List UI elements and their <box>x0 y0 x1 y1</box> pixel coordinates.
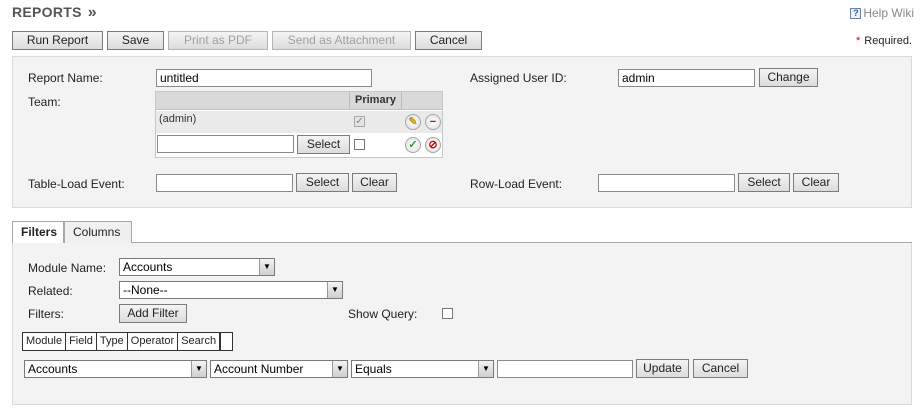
column-spacer <box>220 333 232 350</box>
page-title-text: REPORTS <box>12 4 82 20</box>
required-note: * Required. <box>856 35 912 47</box>
filter-cancel-button[interactable]: Cancel <box>693 359 748 378</box>
module-name-value: Accounts <box>123 260 173 274</box>
column-search: Search <box>178 333 221 350</box>
related-select[interactable]: --None-- ▼ <box>119 281 343 299</box>
cancel-button[interactable]: Cancel <box>415 31 482 50</box>
add-filter-button[interactable]: Add Filter <box>119 304 187 323</box>
confirm-check-icon[interactable]: ✓ <box>405 137 421 153</box>
filter-update-button[interactable]: Update <box>636 359 689 378</box>
filter-module-select[interactable]: Accounts ▼ <box>24 360 207 378</box>
filter-field-value: Account Number <box>214 362 304 376</box>
report-name-label: Report Name: <box>28 71 103 85</box>
column-operator: Operator <box>128 333 179 350</box>
table-load-label: Table-Load Event: <box>28 177 125 191</box>
module-name-label: Module Name: <box>28 261 107 275</box>
filter-operator-value: Equals <box>355 362 392 376</box>
filter-operator-select[interactable]: Equals ▼ <box>351 360 494 378</box>
table-load-select-button[interactable]: Select <box>296 173 349 192</box>
table-load-input[interactable] <box>156 174 293 192</box>
chevron-right-icon: » <box>87 4 97 21</box>
team-row: (admin) ✓ ✎ − <box>156 111 442 133</box>
help-wiki-link[interactable]: ? Help Wiki <box>850 6 914 20</box>
team-table-header: Primary <box>156 92 442 110</box>
dropdown-arrow-icon: ▼ <box>478 361 493 377</box>
filter-module-value: Accounts <box>28 362 78 376</box>
filter-search-input[interactable] <box>497 360 633 378</box>
dropdown-arrow-icon: ▼ <box>327 282 342 298</box>
dropdown-arrow-icon: ▼ <box>259 259 274 275</box>
remove-minus-icon[interactable]: − <box>425 114 441 130</box>
column-module: Module <box>23 333 67 350</box>
tab-columns[interactable]: Columns <box>64 221 132 243</box>
cancel-circle-icon[interactable]: ⊘ <box>425 137 441 153</box>
row-load-label: Row-Load Event: <box>470 177 563 191</box>
table-load-clear-button[interactable]: Clear <box>352 173 397 192</box>
assigned-user-input[interactable]: admin <box>618 69 755 87</box>
send-attachment-button[interactable]: Send as Attachment <box>272 31 411 50</box>
primary-column-header: Primary <box>349 92 402 110</box>
run-report-button[interactable]: Run Report <box>12 31 103 50</box>
filters-label: Filters: <box>28 307 64 321</box>
team-new-input[interactable] <box>157 135 294 153</box>
team-label: Team: <box>28 95 61 109</box>
help-book-icon: ? <box>850 7 862 19</box>
primary-checkbox-checked: ✓ <box>354 116 365 127</box>
column-field: Field <box>66 333 97 350</box>
related-value: --None-- <box>123 283 168 297</box>
team-name: (admin) <box>159 113 197 125</box>
row-load-clear-button[interactable]: Clear <box>793 173 839 192</box>
print-pdf-button[interactable]: Print as PDF <box>168 31 268 50</box>
row-load-input[interactable] <box>598 174 735 192</box>
tab-filters[interactable]: Filters <box>12 221 64 243</box>
required-star: * <box>856 35 861 47</box>
module-name-select[interactable]: Accounts ▼ <box>119 258 275 276</box>
required-label: Required. <box>864 35 912 47</box>
assigned-user-label: Assigned User ID: <box>470 71 567 85</box>
filter-columns-header: Module Field Type Operator Search <box>22 332 234 351</box>
related-label: Related: <box>28 284 73 298</box>
primary-checkbox[interactable] <box>354 139 365 150</box>
page-title: REPORTS » <box>12 4 97 22</box>
save-button[interactable]: Save <box>107 31 164 50</box>
filter-field-select[interactable]: Account Number ▼ <box>210 360 348 378</box>
dropdown-arrow-icon: ▼ <box>332 361 347 377</box>
report-name-input[interactable]: untitled <box>156 69 372 87</box>
change-user-button[interactable]: Change <box>759 68 818 87</box>
show-query-checkbox[interactable] <box>442 308 453 319</box>
help-wiki-label: Help Wiki <box>863 6 914 20</box>
show-query-label: Show Query: <box>348 307 418 321</box>
team-select-button[interactable]: Select <box>297 135 350 154</box>
edit-pencil-icon[interactable]: ✎ <box>405 114 421 130</box>
column-type: Type <box>97 333 128 350</box>
dropdown-arrow-icon: ▼ <box>191 361 206 377</box>
team-table: Primary (admin) ✓ ✎ − Select ✓ ⊘ <box>155 91 443 158</box>
row-load-select-button[interactable]: Select <box>738 173 790 192</box>
